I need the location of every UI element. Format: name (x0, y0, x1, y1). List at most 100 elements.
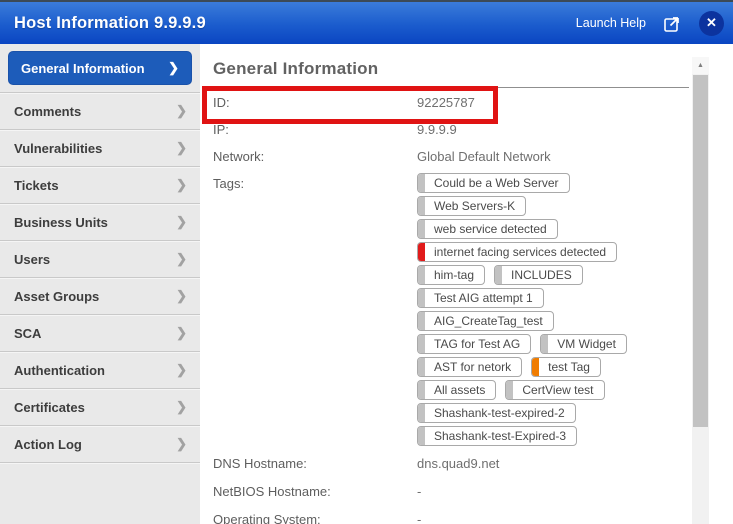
tag-label: VM Widget (557, 337, 616, 351)
sidebar-item-comments[interactable]: Comments ❯ (0, 93, 200, 130)
tag-label: him-tag (434, 268, 475, 282)
chevron-right-icon: ❯ (176, 140, 187, 155)
tag-test-aig-attempt-1[interactable]: Test AIG attempt 1 (417, 288, 544, 308)
tag-label: internet facing services detected (434, 245, 607, 259)
sidebar-item-selected-highlight: General Information ❯ (8, 51, 192, 85)
open-in-new-window-icon[interactable] (663, 14, 682, 33)
tag-label: Shashank-test-Expired-3 (434, 429, 567, 443)
field-value: - (417, 483, 422, 499)
sidebar-item-label: Tickets (14, 177, 59, 193)
tag-label: INCLUDES (511, 268, 572, 282)
tag-label: test Tag (548, 360, 590, 374)
sidebar-item-label: Certificates (14, 399, 85, 415)
sidebar-item-label: General Information (21, 60, 145, 76)
field-value: 92225787 (417, 95, 475, 110)
tag-could-be-a-web-server[interactable]: Could be a Web Server (417, 173, 570, 193)
tag-color-bar (532, 358, 540, 376)
tag-color-bar (418, 289, 425, 307)
tag-line: Shashank-test-Expired-3 (417, 426, 636, 446)
chevron-right-icon: ❯ (176, 251, 187, 266)
tag-vm-widget[interactable]: VM Widget (540, 334, 627, 354)
tag-color-bar (418, 312, 425, 330)
chevron-right-icon: ❯ (176, 177, 187, 192)
sidebar-nav: General Information ❯ Comments ❯ Vulnerabili… (0, 44, 200, 524)
scrollbar-track[interactable]: ▲ (692, 57, 709, 524)
field-value: dns.quad9.net (417, 455, 500, 471)
tag-certview-test[interactable]: CertView test (505, 380, 605, 400)
field-value: Global Default Network (417, 149, 551, 164)
sidebar-item-asset-groups[interactable]: Asset Groups ❯ (0, 278, 200, 315)
chevron-right-icon: ❯ (176, 103, 187, 118)
sidebar-item-sca[interactable]: SCA ❯ (0, 315, 200, 352)
field-label: ID: (213, 95, 230, 110)
tag-ast-for-netork[interactable]: AST for netork (417, 357, 523, 377)
sidebar-item-vulnerabilities[interactable]: Vulnerabilities ❯ (0, 130, 200, 167)
tag-all-assets[interactable]: All assets (417, 380, 497, 400)
tag-color-bar (418, 174, 425, 192)
chevron-right-icon: ❯ (176, 214, 187, 229)
tag-web-service-detected[interactable]: web service detected (417, 219, 558, 239)
chevron-right-icon: ❯ (176, 288, 187, 303)
tag-shashank-test-expired-2[interactable]: Shashank-test-expired-2 (417, 403, 576, 423)
tag-line: TAG for Test AG VM Widget (417, 334, 636, 354)
field-value: - (417, 511, 422, 524)
tag-label: AST for netork (434, 360, 512, 374)
tag-label: All assets (434, 383, 486, 397)
sidebar-item-authentication[interactable]: Authentication ❯ (0, 352, 200, 389)
tag-color-bar (418, 427, 425, 445)
sidebar-item-business-units[interactable]: Business Units ❯ (0, 204, 200, 241)
tag-line: Web Servers-K (417, 196, 636, 216)
sidebar-item-general-information[interactable]: General Information ❯ (0, 44, 200, 93)
field-row-netbios-hostname: NetBIOS Hostname: - (213, 477, 703, 505)
field-row-id: ID: 92225787 (213, 89, 703, 116)
sidebar-item-action-log[interactable]: Action Log ❯ (0, 426, 200, 463)
field-label: IP: (213, 122, 229, 137)
sidebar-item-users[interactable]: Users ❯ (0, 241, 200, 278)
tag-test-tag[interactable]: test Tag (531, 357, 601, 377)
page-title: General Information (213, 59, 379, 78)
field-row-network: Network: Global Default Network (213, 143, 703, 170)
field-row-tags: Tags: Could be a Web Server Web Servers-K w… (213, 170, 703, 449)
field-label: DNS Hostname: (213, 455, 307, 471)
tag-label: web service detected (434, 222, 547, 236)
tag-color-bar (418, 335, 425, 353)
chevron-right-icon: ❯ (176, 325, 187, 340)
heading-divider (213, 87, 689, 88)
tag-color-bar (541, 335, 549, 353)
tag-color-bar (495, 266, 503, 284)
launch-help-link[interactable]: Launch Help (576, 16, 646, 30)
tag-line: All assets CertView test (417, 380, 636, 400)
chevron-right-icon: ❯ (176, 362, 187, 377)
scrollbar-up-button[interactable]: ▲ (692, 57, 709, 74)
tag-web-servers-k[interactable]: Web Servers-K (417, 196, 527, 216)
tags-block: Could be a Web Server Web Servers-K web se… (417, 173, 636, 449)
tag-color-bar (418, 404, 425, 422)
tag-color-bar (418, 197, 425, 215)
field-row-ip: IP: 9.9.9.9 (213, 116, 703, 143)
field-label: NetBIOS Hostname: (213, 483, 331, 499)
sidebar-item-label: Asset Groups (14, 288, 100, 304)
sidebar-item-label: Authentication (14, 362, 105, 378)
sidebar-item-certificates[interactable]: Certificates ❯ (0, 389, 200, 426)
tag-label: CertView test (522, 383, 594, 397)
tag-line: him-tag INCLUDES (417, 265, 636, 285)
tag-label: Test AIG attempt 1 (434, 291, 533, 305)
scrollbar-thumb[interactable] (693, 75, 708, 427)
tag-aig-createtag-test[interactable]: AIG_CreateTag_test (417, 311, 554, 331)
tag-shashank-test-expired-3[interactable]: Shashank-test-Expired-3 (417, 426, 578, 446)
sidebar-item-tickets[interactable]: Tickets ❯ (0, 167, 200, 204)
field-row-operating-system: Operating System: - (213, 505, 703, 524)
tag-line: Shashank-test-expired-2 (417, 403, 636, 423)
field-value: 9.9.9.9 (417, 122, 457, 137)
tag-tag-for-test-ag[interactable]: TAG for Test AG (417, 334, 532, 354)
tag-color-bar (418, 358, 425, 376)
chevron-right-icon: ❯ (176, 436, 187, 451)
tag-label: TAG for Test AG (434, 337, 521, 351)
tag-him-tag[interactable]: him-tag (417, 265, 486, 285)
dialog-title: Host Information 9.9.9.9 (14, 13, 206, 32)
tag-includes[interactable]: INCLUDES (494, 265, 583, 285)
close-icon[interactable]: ✕ (699, 10, 724, 36)
tag-label: AIG_CreateTag_test (434, 314, 543, 328)
tag-line: AIG_CreateTag_test (417, 311, 636, 331)
tag-internet-facing-services-detected[interactable]: internet facing services detected (417, 242, 618, 262)
